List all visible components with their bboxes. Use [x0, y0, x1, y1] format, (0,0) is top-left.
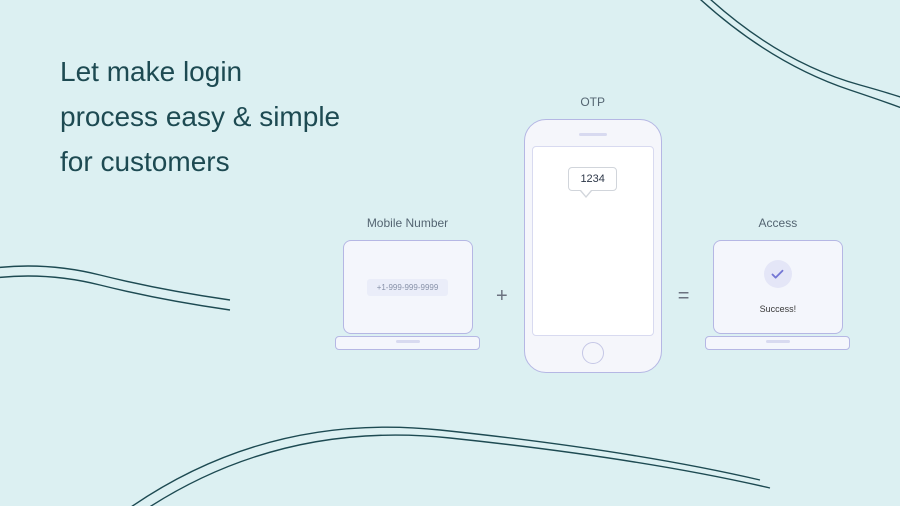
- access-label: Access: [759, 216, 798, 230]
- phone-icon: 1234: [524, 119, 662, 373]
- laptop-success-icon: Success!: [705, 240, 850, 352]
- login-diagram: Mobile Number +1-999-999-9999 + OTP 1234…: [335, 195, 850, 373]
- success-text: Success!: [760, 304, 797, 314]
- equals-operator: =: [678, 285, 690, 308]
- mobile-input-value: +1-999-999-9999: [367, 279, 449, 296]
- otp-code: 1234: [568, 167, 616, 191]
- heading-line-1: Let make login: [60, 50, 340, 95]
- plus-operator: +: [496, 285, 508, 308]
- heading-line-2: process easy & simple: [60, 95, 340, 140]
- otp-label: OTP: [580, 95, 605, 109]
- mobile-label: Mobile Number: [367, 216, 448, 230]
- page-title: Let make login process easy & simple for…: [60, 50, 340, 184]
- step-otp: OTP 1234: [524, 195, 662, 373]
- step-access: Access Success!: [705, 216, 850, 352]
- step-mobile-number: Mobile Number +1-999-999-9999: [335, 216, 480, 352]
- check-icon: [764, 260, 792, 288]
- heading-line-3: for customers: [60, 140, 340, 185]
- laptop-icon: +1-999-999-9999: [335, 240, 480, 352]
